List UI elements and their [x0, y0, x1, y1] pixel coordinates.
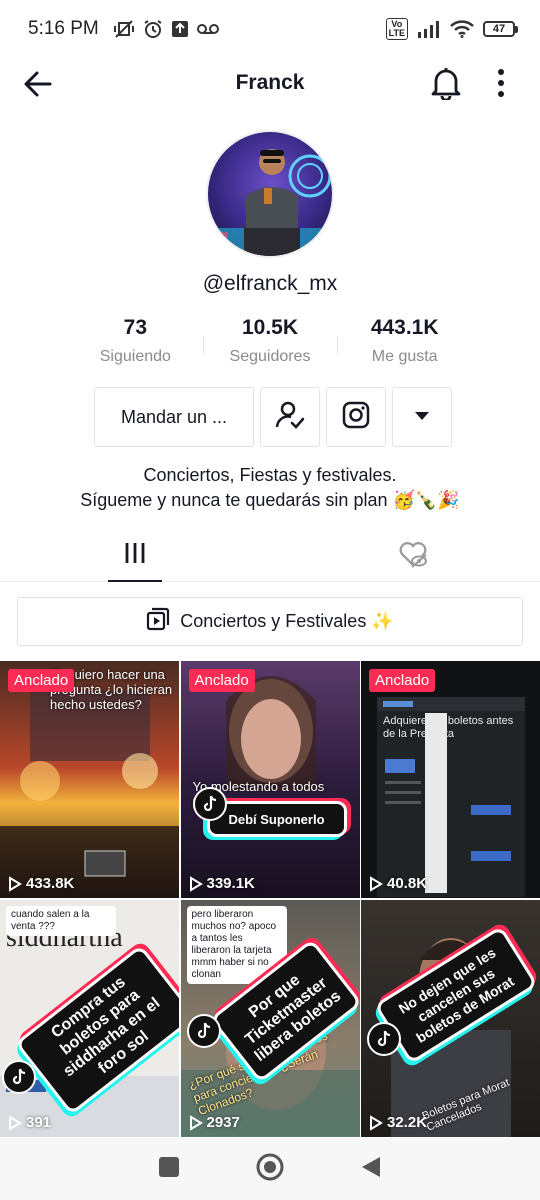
follow-check-icon — [275, 400, 305, 435]
bell-icon[interactable] — [430, 66, 462, 102]
home-circle-nav-icon[interactable] — [256, 1153, 284, 1186]
pinned-badge: Anclado — [188, 669, 255, 692]
play-icon — [9, 875, 22, 892]
video-thumbnail[interactable]: Anclado Yo molestando a todos para Debí … — [180, 661, 360, 898]
video-thumbnail[interactable]: siddhartha cuando salen a la venta ??? C… — [0, 900, 179, 1137]
view-count: 32.2K — [369, 1114, 427, 1131]
playlist-icon — [146, 607, 170, 636]
playlist-label: Conciertos y Festivales ✨ — [180, 611, 394, 631]
back-triangle-nav-icon[interactable] — [360, 1155, 382, 1184]
view-count: 391 — [8, 1114, 51, 1131]
username: @elfranck_mx — [202, 272, 338, 295]
play-icon — [9, 1114, 22, 1131]
view-count: 339.1K — [189, 875, 255, 892]
stat-value: 443.1K — [370, 316, 439, 339]
grid-icon — [124, 542, 146, 569]
stat-value: 73 — [123, 316, 148, 339]
following-button[interactable] — [260, 387, 320, 447]
tiktok-logo-icon — [192, 787, 227, 821]
android-nav-bar — [0, 1138, 540, 1200]
tiktok-logo-icon — [2, 1060, 36, 1094]
tab-videos[interactable] — [108, 530, 162, 582]
view-count: 40.8K — [369, 875, 427, 892]
play-icon — [189, 1114, 203, 1131]
stat-label: Seguidores — [229, 348, 311, 365]
video-thumbnail[interactable]: Anclado Adquiere tus boletos antes de la… — [361, 661, 540, 898]
stat-following[interactable]: 73 Siguiendo — [68, 316, 203, 376]
volte-icon: Vo LTE — [385, 18, 408, 40]
upload-icon — [171, 20, 189, 38]
mute-vibrate-icon — [113, 19, 135, 39]
tiktok-logo-icon — [186, 1014, 221, 1048]
pinned-badge: Anclado — [8, 669, 75, 692]
profile-stats: 73 Siguiendo 10.5K Seguidores 443.1K Me … — [68, 316, 472, 376]
view-count-value: 2937 — [206, 1114, 240, 1131]
content-tabs — [0, 530, 540, 582]
bio-line: Conciertos, Fiestas y festivales. — [143, 465, 397, 485]
voicemail-icon — [196, 23, 219, 35]
view-count-value: 391 — [26, 1114, 52, 1131]
tiktok-logo-icon — [367, 1022, 401, 1056]
stat-label: Me gusta — [371, 348, 438, 365]
status-time: 5:16 PM — [28, 18, 99, 39]
wifi-icon — [450, 20, 474, 38]
battery-icon: 47 — [483, 21, 518, 37]
stat-label: Siguiendo — [99, 348, 171, 365]
stat-followers[interactable]: 10.5K Seguidores — [202, 316, 338, 376]
profile-bio: Conciertos, Fiestas y festivales. Síguem… — [0, 463, 540, 513]
view-count: 433.8K — [8, 875, 74, 892]
view-count-value: 32.2K — [387, 1114, 428, 1131]
battery-level: 47 — [483, 21, 515, 37]
stat-likes[interactable]: 443.1K Me gusta — [337, 316, 472, 376]
view-count-value: 433.8K — [26, 875, 75, 892]
avatar[interactable] — [206, 130, 334, 258]
play-icon — [189, 875, 203, 892]
video-thumbnail[interactable]: Anclado Te quiero hacer una pregunta ¿lo… — [0, 661, 179, 898]
video-thumbnail[interactable]: No dejen que les cancelen sus boletos de… — [361, 900, 540, 1137]
signal-icon — [417, 20, 441, 38]
view-count-value: 339.1K — [206, 875, 255, 892]
dropdown-arrow-icon — [414, 408, 430, 426]
bio-line: Sígueme y nunca te quedarás sin plan 🥳🍾🎉 — [80, 490, 460, 510]
view-count-value: 40.8K — [387, 875, 428, 892]
profile-actions: Mandar un ... — [94, 387, 452, 447]
playlist-button[interactable]: Conciertos y Festivales ✨ — [17, 597, 523, 646]
tab-liked[interactable] — [386, 530, 440, 582]
view-count: 2937 — [189, 1114, 240, 1131]
video-overlay-text: Adquiere tus boletos antes de la Prevent… — [383, 715, 514, 740]
play-icon — [370, 875, 383, 892]
instagram-icon — [342, 401, 370, 434]
reply-comment-chip: cuando salen a la venta ??? — [6, 906, 116, 936]
video-caption: Debí Suponerlo — [206, 801, 347, 837]
instagram-button[interactable] — [326, 387, 386, 447]
message-button[interactable]: Mandar un ... — [94, 387, 254, 447]
video-grid: Anclado Te quiero hacer una pregunta ¿lo… — [0, 661, 540, 1137]
more-vertical-icon[interactable] — [490, 66, 512, 100]
alarm-icon — [143, 19, 163, 39]
liked-hidden-icon — [398, 540, 428, 573]
play-icon — [370, 1114, 383, 1131]
stat-value: 10.5K — [241, 316, 299, 339]
status-bar: 5:16 PM Vo LTE 47 — [0, 0, 540, 58]
square-nav-icon[interactable] — [158, 1156, 180, 1183]
more-options-button[interactable] — [392, 387, 452, 447]
profile-header: Franck — [0, 58, 540, 108]
back-arrow-icon[interactable] — [22, 68, 54, 100]
video-thumbnail[interactable]: pero liberaron muchos no? apoco a tantos… — [180, 900, 360, 1137]
pinned-badge: Anclado — [369, 669, 436, 692]
